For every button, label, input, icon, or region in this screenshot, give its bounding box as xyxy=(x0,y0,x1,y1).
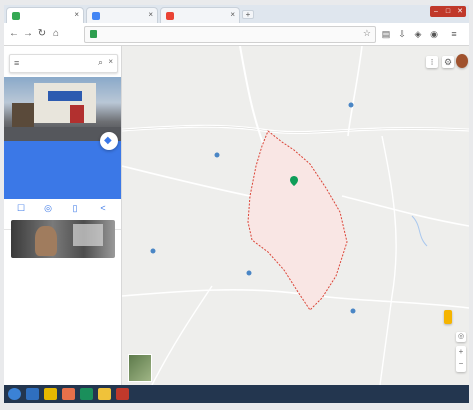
lock-icon xyxy=(90,30,97,38)
nearby-button[interactable]: ◎ xyxy=(37,203,59,213)
menu-icon[interactable]: ≡ xyxy=(448,28,460,40)
screenshot-frame: × × × + – □ ✕ ← → ↻ ⌂ ☆ ▤ ⇩ ◈ ◉ ≡ ≡ ⌕ × … xyxy=(0,0,473,410)
directions-button[interactable]: ◆ xyxy=(100,132,118,150)
reader-view-icon[interactable]: ▤ xyxy=(380,28,392,40)
share-button[interactable]: < xyxy=(92,203,114,213)
profile-icon[interactable]: ◉ xyxy=(428,28,440,40)
nearby-icon: ◎ xyxy=(44,203,52,213)
new-tab-button[interactable]: + xyxy=(242,10,254,19)
extension-icon[interactable]: ◈ xyxy=(412,28,424,40)
photo-sign xyxy=(48,91,82,101)
address-bar[interactable]: ☆ xyxy=(84,26,376,43)
zoom-out-button[interactable]: − xyxy=(456,358,466,370)
tab-third[interactable]: × xyxy=(160,7,240,23)
road-west xyxy=(122,165,251,197)
map-pin-icon[interactable] xyxy=(290,176,298,186)
map-pin-icon[interactable] xyxy=(348,102,354,110)
start-button-icon[interactable] xyxy=(8,388,21,400)
home-icon[interactable]: ⌂ xyxy=(50,27,62,40)
chrome-icon[interactable] xyxy=(98,388,111,400)
photo-building xyxy=(34,83,96,123)
zoom-control: + − xyxy=(456,346,466,372)
send-to-phone-button[interactable]: ▯ xyxy=(64,203,86,213)
bookmark-icon: ☐ xyxy=(16,203,26,213)
map-svg xyxy=(122,46,469,385)
pegman-icon[interactable] xyxy=(444,310,452,324)
place-photo[interactable] xyxy=(4,77,121,141)
tab-bar: × × × + – □ ✕ xyxy=(4,5,469,23)
downloads-icon[interactable]: ⇩ xyxy=(396,28,408,40)
my-location-icon[interactable]: ◎ xyxy=(456,332,466,342)
reload-icon[interactable]: ↻ xyxy=(36,27,48,40)
street-view-thumbnail[interactable] xyxy=(11,220,115,258)
photo-person xyxy=(35,226,57,256)
close-tab-icon[interactable]: × xyxy=(74,10,79,19)
stream xyxy=(411,215,428,247)
taskbar-app-icon[interactable] xyxy=(26,388,39,400)
page-favicon-icon xyxy=(166,12,174,20)
map-canvas[interactable]: ⁝ ⚙ ◎ + − xyxy=(122,46,469,385)
place-header: ◆ xyxy=(4,132,121,199)
address-toolbar: ← → ↻ ⌂ ☆ ▤ ⇩ ◈ ◉ ≡ xyxy=(4,23,469,46)
share-icon: < xyxy=(100,203,106,213)
maps-favicon-icon xyxy=(12,12,20,20)
account-avatar[interactable] xyxy=(456,54,468,68)
tab-maps[interactable]: × xyxy=(6,7,84,23)
tab-second[interactable]: × xyxy=(86,7,158,23)
save-button[interactable]: ☐ xyxy=(10,203,32,213)
satellite-layer-button[interactable] xyxy=(128,354,152,382)
zoom-in-button[interactable]: + xyxy=(456,346,466,358)
road-south xyxy=(122,289,469,309)
notifications-icon[interactable]: ⚙ xyxy=(442,56,454,68)
map-pin-icon[interactable] xyxy=(246,270,252,278)
road-southeast xyxy=(379,135,397,385)
back-arrow-icon[interactable]: ← xyxy=(8,27,20,40)
windows-taskbar xyxy=(4,385,469,403)
window-controls: – □ ✕ xyxy=(430,6,466,17)
road-southwest xyxy=(151,285,213,385)
file-explorer-icon[interactable] xyxy=(44,388,57,400)
bookmark-star-icon[interactable]: ☆ xyxy=(363,28,371,39)
forward-arrow-icon[interactable]: → xyxy=(22,27,34,40)
close-tab-icon[interactable]: × xyxy=(230,10,235,19)
maximize-button[interactable]: □ xyxy=(442,6,454,17)
photo-highlight xyxy=(73,224,103,246)
map-pin-icon[interactable] xyxy=(350,308,356,316)
highlighted-region[interactable] xyxy=(247,130,348,311)
page-favicon-icon xyxy=(92,12,100,20)
map-pin-icon[interactable] xyxy=(214,152,220,160)
search-box[interactable]: ≡ ⌕ × xyxy=(9,54,118,73)
taskbar-app-icon[interactable] xyxy=(116,388,129,400)
clear-search-icon[interactable]: × xyxy=(108,57,113,66)
directions-icon: ◆ xyxy=(104,135,112,146)
place-panel: ≡ ⌕ × ◆ ☐ ◎ ▯ < xyxy=(4,46,122,385)
phone-icon: ▯ xyxy=(72,203,78,213)
search-icon[interactable]: ⌕ xyxy=(98,57,103,68)
hamburger-menu-icon[interactable]: ≡ xyxy=(14,58,19,68)
photo-banner xyxy=(70,105,84,123)
close-window-button[interactable]: ✕ xyxy=(454,6,466,17)
browser-window: × × × + – □ ✕ ← → ↻ ⌂ ☆ ▤ ⇩ ◈ ◉ ≡ ≡ ⌕ × … xyxy=(4,5,469,403)
taskbar-app-icon[interactable] xyxy=(80,388,93,400)
road-ne xyxy=(347,46,363,137)
taskbar-app-icon[interactable] xyxy=(62,388,75,400)
road-east xyxy=(341,195,469,227)
close-tab-icon[interactable]: × xyxy=(148,10,153,19)
apps-grid-icon[interactable]: ⁝ xyxy=(426,56,438,68)
map-pin-icon[interactable] xyxy=(150,248,156,256)
minimize-button[interactable]: – xyxy=(430,6,442,17)
